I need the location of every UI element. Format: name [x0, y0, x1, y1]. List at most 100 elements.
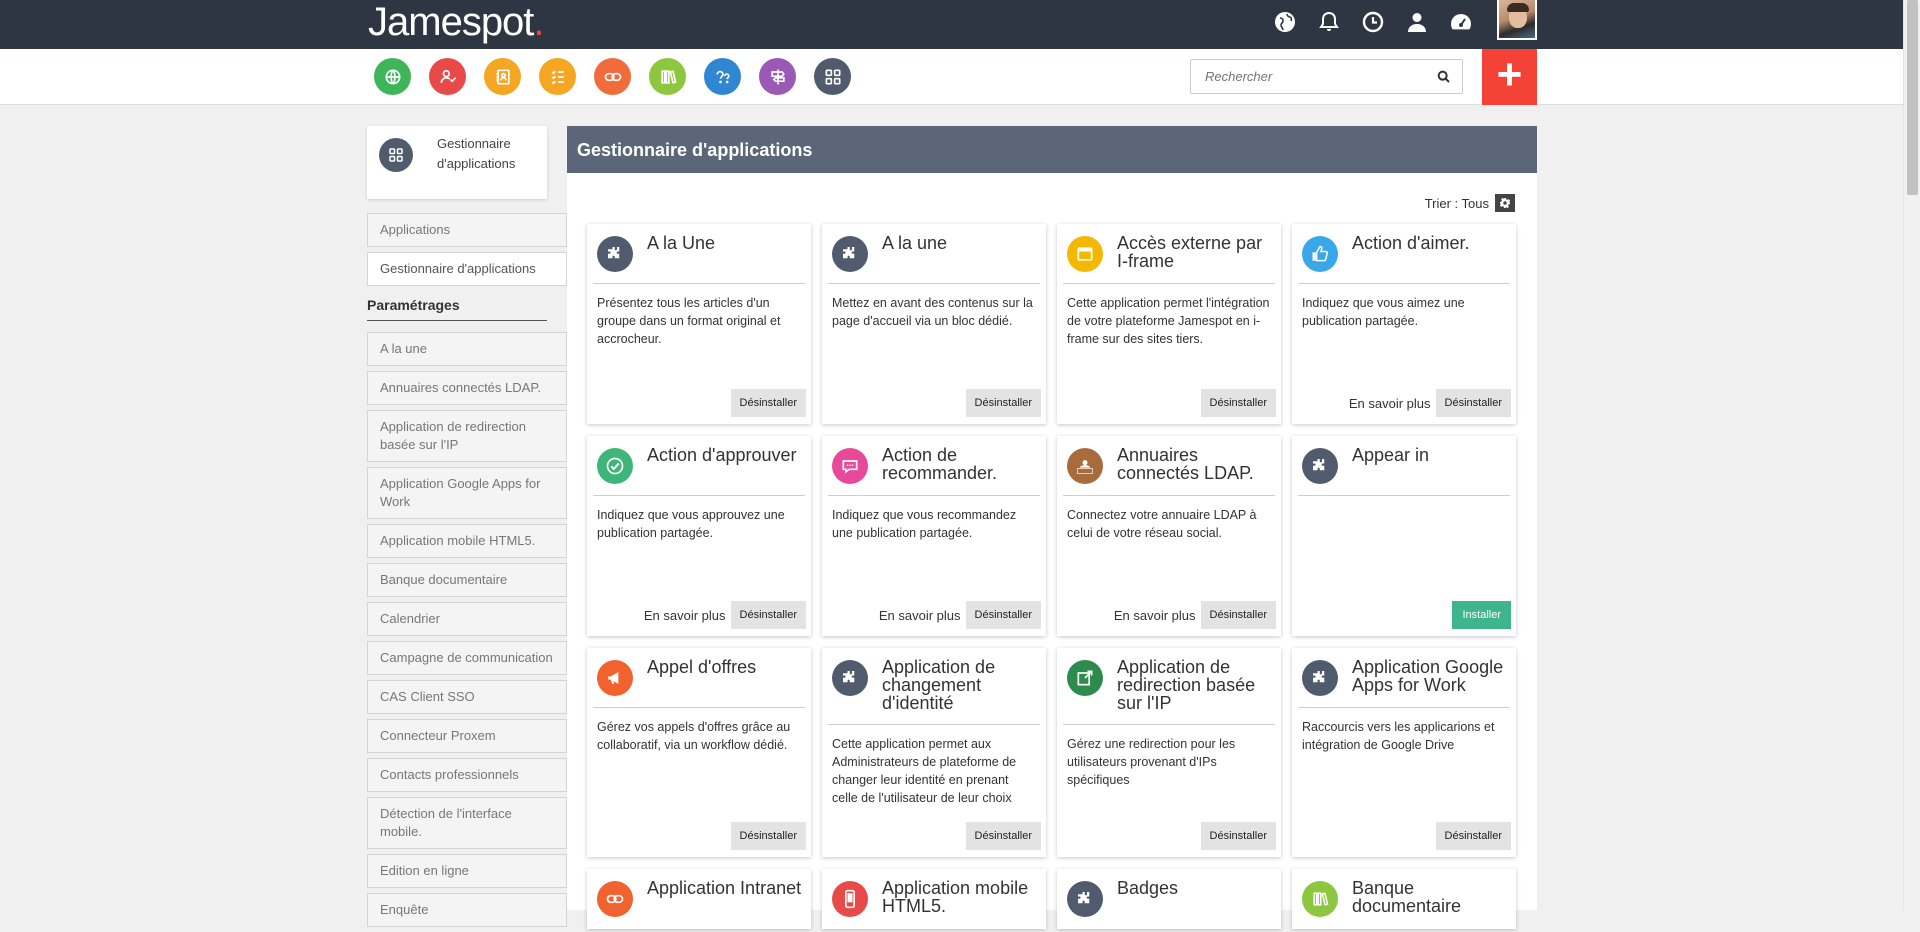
learn-more-link[interactable]: En savoir plus	[1114, 608, 1196, 623]
app-card: Appel d'offres Gérez vos appels d'offres …	[587, 648, 811, 857]
sidebar-item[interactable]: Enquête	[367, 893, 567, 927]
sidebar-item[interactable]: Contacts professionnels	[367, 758, 567, 792]
uninstall-button[interactable]: Désinstaller	[1200, 389, 1276, 417]
app-card-actions: Désinstaller	[730, 822, 806, 850]
learn-more-link[interactable]: En savoir plus	[1349, 396, 1431, 411]
learn-more-link[interactable]: En savoir plus	[879, 608, 961, 623]
sidebar-item[interactable]: Edition en ligne	[367, 854, 567, 888]
sidebar-item[interactable]: Connecteur Proxem	[367, 719, 567, 753]
brand-name: Jamespot	[368, 0, 534, 44]
link-icon	[597, 881, 633, 917]
uninstall-button[interactable]: Désinstaller	[730, 601, 806, 629]
sidebar-item[interactable]: Application mobile HTML5.	[367, 524, 567, 558]
uninstall-button[interactable]: Désinstaller	[730, 389, 806, 417]
app-card-actions: Désinstaller	[1435, 822, 1511, 850]
uninstall-button[interactable]: Désinstaller	[730, 822, 806, 850]
user-icon[interactable]	[1402, 7, 1432, 37]
avatar[interactable]	[1497, 0, 1537, 40]
puzzle-icon	[832, 660, 868, 696]
uninstall-button[interactable]: Désinstaller	[1435, 389, 1511, 417]
uninstall-button[interactable]: Désinstaller	[1435, 822, 1511, 850]
sidebar-item[interactable]: Annuaires connectés LDAP.	[367, 371, 567, 405]
uninstall-button[interactable]: Désinstaller	[965, 601, 1041, 629]
app-card-title[interactable]: A la une	[882, 234, 1040, 264]
app-card-title[interactable]: Annuaires connectés LDAP.	[1117, 446, 1275, 494]
sidebar-item[interactable]: Calendrier	[367, 602, 567, 636]
directory-app-icon[interactable]	[484, 58, 521, 95]
signpost-app-icon[interactable]	[759, 58, 796, 95]
thumbs-up-icon	[1302, 236, 1338, 272]
app-card-title[interactable]: Application Intranet	[647, 879, 805, 909]
help-app-icon[interactable]	[704, 58, 741, 95]
app-card-header: Badges	[1063, 869, 1275, 929]
app-card-title[interactable]: Application Google Apps for Work	[1352, 658, 1510, 706]
ldap-icon	[1067, 448, 1103, 484]
contacts-app-icon[interactable]	[429, 58, 466, 95]
scrollbar-thumb[interactable]	[1907, 0, 1918, 195]
app-card-title[interactable]: Application mobile HTML5.	[882, 879, 1040, 927]
app-card-title[interactable]: Action d'aimer.	[1352, 234, 1510, 264]
app-card: Application Google Apps for Work Raccourc…	[1292, 648, 1516, 857]
sidebar-item[interactable]: Campagne de communication	[367, 641, 567, 675]
search-icon[interactable]	[1436, 69, 1452, 85]
app-card-title[interactable]: Application de redirection basée sur l'I…	[1117, 658, 1275, 724]
install-button[interactable]: Installer	[1452, 601, 1511, 629]
sidebar-item[interactable]: Application Google Apps for Work	[367, 467, 567, 519]
app-card-title[interactable]: Action de recommander.	[882, 446, 1040, 494]
learn-more-link[interactable]: En savoir plus	[644, 608, 726, 623]
globe-app-icon[interactable]	[374, 58, 411, 95]
sidebar-item-applications[interactable]: Applications	[367, 213, 567, 247]
app-card: Appear in Installer	[1292, 436, 1516, 636]
add-button[interactable]: +	[1482, 49, 1537, 105]
app-card: A la une Mettez en avant des contenus sur…	[822, 224, 1046, 424]
sort-label: Trier : Tous	[1424, 195, 1489, 211]
app-card-title[interactable]: Action d'approuver	[647, 446, 805, 476]
clock-icon[interactable]	[1358, 7, 1388, 37]
app-card: Application de changement d'identité Cett…	[822, 648, 1046, 857]
sidebar-item[interactable]: Banque documentaire	[367, 563, 567, 597]
app-card-title[interactable]: Application de changement d'identité	[882, 658, 1040, 724]
sidebar-item[interactable]: Détection de l'interface mobile.	[367, 797, 567, 849]
app-card-header: Action d'approuver	[593, 436, 805, 496]
sidebar-item[interactable]: A la une	[367, 332, 567, 366]
app-card-title[interactable]: Badges	[1117, 879, 1275, 909]
app-bar: +	[0, 49, 1903, 105]
sidebar-item[interactable]: CAS Client SSO	[367, 680, 567, 714]
app-card-header: Appear in	[1298, 436, 1510, 496]
sidebar-item[interactable]: Application de redirection basée sur l'I…	[367, 410, 567, 462]
uninstall-button[interactable]: Désinstaller	[965, 822, 1041, 850]
app-card-title[interactable]: Appear in	[1352, 446, 1510, 476]
links-app-icon[interactable]	[594, 58, 631, 95]
apps-grid-app-icon[interactable]	[814, 58, 851, 95]
uninstall-button[interactable]: Désinstaller	[1200, 822, 1276, 850]
app-card-title[interactable]: Appel d'offres	[647, 658, 805, 688]
library-app-icon[interactable]	[649, 58, 686, 95]
puzzle-icon	[832, 236, 868, 272]
app-card-actions: Désinstaller	[965, 822, 1041, 850]
bell-icon[interactable]	[1314, 7, 1344, 37]
brand-logo[interactable]: Jamespot.	[368, 0, 545, 44]
uninstall-button[interactable]: Désinstaller	[1200, 601, 1276, 629]
app-card-description: Connectez votre annuaire LDAP à celui de…	[1067, 508, 1257, 540]
tasks-app-icon[interactable]	[539, 58, 576, 95]
sidebar-item-app-manager[interactable]: Gestionnaire d'applications	[367, 252, 567, 286]
dashboard-icon[interactable]	[1446, 7, 1476, 37]
app-card-actions: Désinstaller	[1200, 389, 1276, 417]
search-input[interactable]	[1191, 60, 1421, 93]
megaphone-icon	[597, 660, 633, 696]
app-card-title[interactable]: A la Une	[647, 234, 805, 264]
app-card: Application Intranet	[587, 869, 811, 929]
app-launcher	[374, 58, 851, 95]
gear-icon[interactable]	[1495, 194, 1515, 212]
app-card-header: Application mobile HTML5.	[828, 869, 1040, 929]
app-card: Application de redirection basée sur l'I…	[1057, 648, 1281, 857]
app-card-title[interactable]: Accès externe par I-frame	[1117, 234, 1275, 282]
globe-icon[interactable]	[1270, 7, 1300, 37]
sidebar-header-title: Gestionnaire d'applications	[437, 136, 516, 171]
avatar-hair	[1507, 3, 1529, 12]
app-card-header: Banque documentaire	[1298, 869, 1510, 929]
app-card-actions: Désinstaller	[965, 389, 1041, 417]
app-card-title[interactable]: Banque documentaire	[1352, 879, 1510, 927]
uninstall-button[interactable]: Désinstaller	[965, 389, 1041, 417]
scrollbar[interactable]	[1903, 0, 1920, 910]
